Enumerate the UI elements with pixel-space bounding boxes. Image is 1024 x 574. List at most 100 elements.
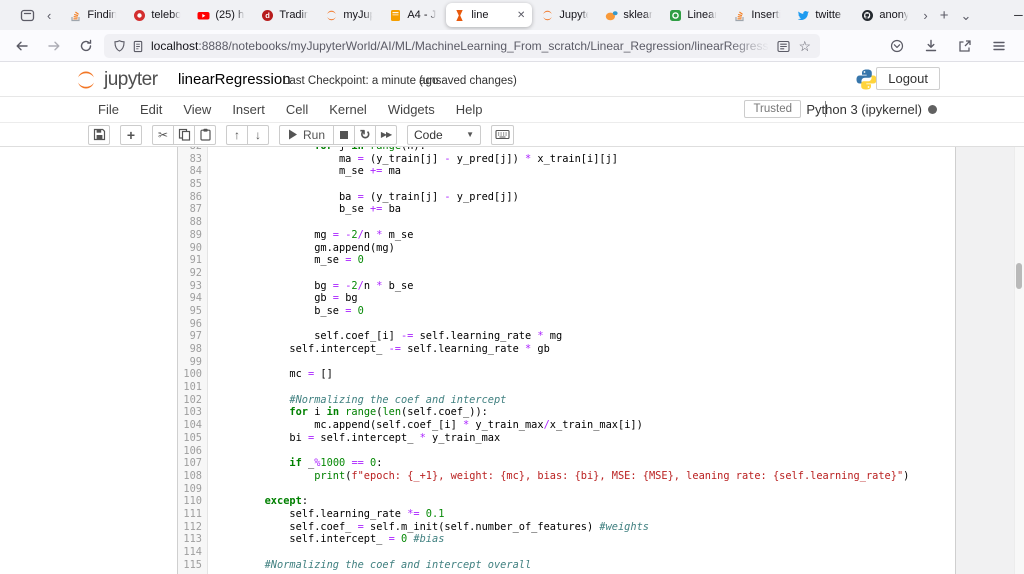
restart-run-all-button[interactable]: ▶▶	[375, 125, 397, 145]
copy-button[interactable]	[173, 125, 195, 145]
code-line-104[interactable]: mc.append(self.coef_[i] * y_train_max/x_…	[208, 419, 955, 432]
new-tab-icon[interactable]: +	[934, 8, 955, 23]
browser-tab-25-h[interactable]: (25) h	[190, 3, 252, 27]
downloads-icon[interactable]	[914, 39, 948, 53]
trusted-badge[interactable]: Trusted	[744, 100, 801, 118]
browser-tab-inserti[interactable]: Inserti	[726, 3, 788, 27]
code-line-89[interactable]: mg = -2/n * m_se	[208, 229, 955, 242]
code-line-94[interactable]: gb = bg	[208, 292, 955, 305]
line-number: 95	[178, 305, 207, 318]
browser-tab-anony[interactable]: anony	[854, 3, 916, 27]
menu-hamburger-icon[interactable]	[982, 39, 1016, 53]
scrollbar[interactable]	[1014, 147, 1024, 574]
code-cell[interactable]: 8283848586878889909192939495969798991001…	[177, 147, 956, 574]
browser-tab-a4-j[interactable]: A4 - J	[382, 3, 444, 27]
code-line-110[interactable]: except:	[208, 495, 955, 508]
browser-tab-jupyte[interactable]: Jupyte	[534, 3, 596, 27]
cell-type-select[interactable]: Code▼	[407, 125, 481, 145]
interrupt-button[interactable]	[333, 125, 355, 145]
browser-tab-twitte[interactable]: twitte	[790, 3, 852, 27]
code-line-111[interactable]: self.learning_rate *= 0.1	[208, 508, 955, 521]
menu-widgets[interactable]: Widgets	[388, 102, 435, 117]
menu-edit[interactable]: Edit	[140, 102, 162, 117]
browser-tab-tradin[interactable]: dTradin	[254, 3, 316, 27]
jupyter-brand-text: jupyter	[104, 69, 158, 91]
code-line-88[interactable]	[208, 216, 955, 229]
back-icon[interactable]	[6, 39, 38, 53]
code-line-115[interactable]: #Normalizing the coef and intercept over…	[208, 559, 955, 572]
code-line-96[interactable]	[208, 318, 955, 331]
cut-button[interactable]: ✂	[152, 125, 174, 145]
paste-button[interactable]	[194, 125, 216, 145]
move-down-button[interactable]: ↓	[247, 125, 269, 145]
scroll-tabs-right-icon[interactable]: ›	[917, 9, 933, 22]
menu-file[interactable]: File	[98, 102, 119, 117]
reader-view-icon[interactable]	[777, 40, 790, 53]
add-cell-button[interactable]: +	[120, 125, 142, 145]
code-line-99[interactable]	[208, 356, 955, 369]
jupyter-logo[interactable]: jupyter	[74, 68, 158, 92]
command-palette-button[interactable]	[491, 125, 514, 145]
kernel-name[interactable]: Python 3 (ipykernel)	[806, 102, 922, 117]
code-line-103[interactable]: for i in range(len(self.coef_)):	[208, 406, 955, 419]
code-line-84[interactable]: m_se += ma	[208, 165, 955, 178]
menu-view[interactable]: View	[183, 102, 211, 117]
code-line-100[interactable]: mc = []	[208, 368, 955, 381]
code-line-87[interactable]: b_se += ba	[208, 203, 955, 216]
code-line-101[interactable]	[208, 381, 955, 394]
code-line-95[interactable]: b_se = 0	[208, 305, 955, 318]
run-button[interactable]: Run	[279, 125, 334, 145]
line-number: 101	[178, 381, 207, 394]
code-line-108[interactable]: print(f"epoch: {_+1}, weight: {mc}, bias…	[208, 470, 955, 483]
pocket-icon[interactable]	[880, 39, 914, 53]
menu-cell[interactable]: Cell	[286, 102, 308, 117]
minimize-icon[interactable]: ─	[1003, 8, 1024, 22]
code-line-85[interactable]	[208, 178, 955, 191]
code-line-112[interactable]: self.coef_ = self.m_init(self.number_of_…	[208, 521, 955, 534]
code-line-107[interactable]: if _%1000 == 0:	[208, 457, 955, 470]
code-line-109[interactable]	[208, 483, 955, 496]
hourglass-favicon-icon	[453, 9, 466, 22]
reload-icon[interactable]	[70, 39, 102, 53]
notebook-title[interactable]: linearRegression	[178, 71, 291, 88]
scrollbar-thumb[interactable]	[1016, 263, 1022, 289]
list-all-tabs-icon[interactable]: ⌄	[954, 9, 977, 22]
code-editor[interactable]: for j in range(n): ma = (y_train[j] - y_…	[208, 147, 955, 574]
close-tab-icon[interactable]: ✕	[517, 10, 525, 21]
page-info-icon[interactable]	[132, 40, 144, 53]
code-line-91[interactable]: m_se = 0	[208, 254, 955, 267]
cell-type-value: Code	[414, 128, 443, 142]
code-line-93[interactable]: bg = -2/n * b_se	[208, 280, 955, 293]
code-line-114[interactable]	[208, 546, 955, 559]
url-bar[interactable]: localhost:8888/notebooks/myJupyterWorld/…	[104, 34, 820, 58]
move-up-button[interactable]: ↑	[226, 125, 248, 145]
menu-kernel[interactable]: Kernel	[329, 102, 367, 117]
tab-overview-icon[interactable]	[14, 8, 41, 23]
browser-tab-line[interactable]: line✕	[446, 3, 532, 27]
code-line-83[interactable]: ma = (y_train[j] - y_pred[j]) * x_train[…	[208, 153, 955, 166]
code-line-105[interactable]: bi = self.intercept_ * y_train_max	[208, 432, 955, 445]
forward-icon[interactable]	[38, 39, 70, 53]
code-line-90[interactable]: gm.append(mg)	[208, 242, 955, 255]
share-icon[interactable]	[948, 39, 982, 53]
browser-tab-linear[interactable]: Linear	[662, 3, 724, 27]
tracking-shield-icon[interactable]	[113, 39, 126, 53]
code-line-98[interactable]: self.intercept_ -= self.learning_rate * …	[208, 343, 955, 356]
code-line-113[interactable]: self.intercept_ = 0 #bias	[208, 533, 955, 546]
code-line-86[interactable]: ba = (y_train[j] - y_pred[j])	[208, 191, 955, 204]
code-line-97[interactable]: self.coef_[i] -= self.learning_rate * mg	[208, 330, 955, 343]
code-line-102[interactable]: #Normalizing the coef and intercept	[208, 394, 955, 407]
save-button[interactable]	[88, 125, 110, 145]
browser-tab-sklear[interactable]: sklear	[598, 3, 660, 27]
menu-help[interactable]: Help	[456, 102, 483, 117]
code-line-92[interactable]	[208, 267, 955, 280]
menu-insert[interactable]: Insert	[232, 102, 265, 117]
browser-tab-myjup[interactable]: myJup	[318, 3, 380, 27]
bookmark-star-icon[interactable]: ☆	[798, 39, 811, 53]
logout-button[interactable]: Logout	[876, 67, 940, 90]
browser-tab-findin[interactable]: Findin	[62, 3, 124, 27]
scroll-tabs-left-icon[interactable]: ‹	[41, 9, 57, 22]
code-line-106[interactable]	[208, 445, 955, 458]
browser-tab-telebo[interactable]: telebo	[126, 3, 188, 27]
restart-button[interactable]: ↻	[354, 125, 376, 145]
